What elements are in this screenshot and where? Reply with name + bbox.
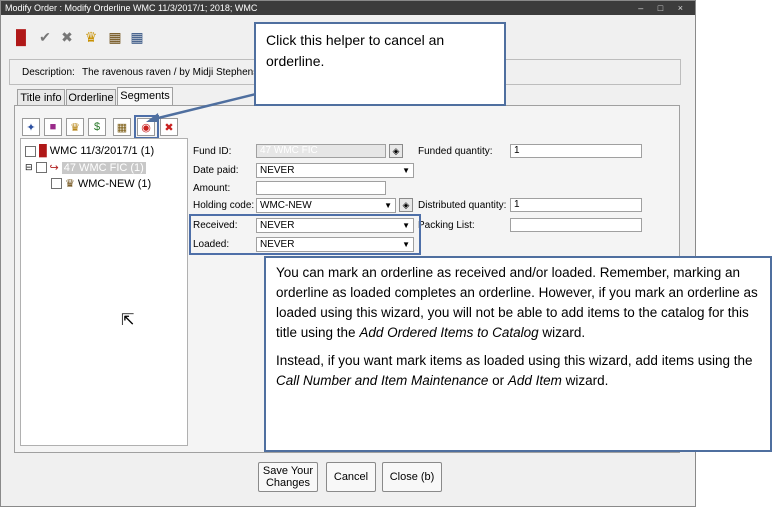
cancel-helper-callout: Click this helper to cancel an orderline… [254,22,506,106]
clipboard-icon[interactable]: ▦ [105,27,125,47]
distributed-quantity-label: Distributed quantity: [418,200,507,211]
wizard-icon[interactable]: ♛ [81,27,101,47]
cancel-button[interactable]: Cancel [326,462,376,492]
tree-fund-checkbox[interactable] [35,162,47,173]
callout-p2-text: Instead, if you want mark items as loade… [276,353,753,368]
fund-id-input[interactable]: 47 WMC FIC [256,144,386,158]
segment-tree: █ WMC 11/3/2017/1 (1) ⊟ ↪ 47 WMC FIC (1)… [20,138,188,446]
holding-code-value: WMC-NEW [260,200,312,211]
callout-paragraph-2: Instead, if you want mark items as loade… [276,351,760,391]
callout-p2-end: wizard. [561,373,609,388]
cancel-helper-callout-text: Click this helper to cancel an orderline… [266,32,445,69]
tree-item-fund[interactable]: ⊟ ↪ 47 WMC FIC (1) [25,161,146,174]
callout-p1-wizard-name: Add Ordered Items to Catalog [359,325,539,340]
tab-orderline[interactable]: Orderline [66,89,116,106]
packing-list-input[interactable] [510,218,642,232]
mouse-pointer-icon: ⇱ [121,312,135,329]
holding-code-label: Holding code: [193,200,255,211]
tree-holding-checkbox[interactable] [51,178,62,189]
callout-p2-wizard-1: Call Number and Item Maintenance [276,373,489,388]
received-loaded-callout: You can mark an orderline as received an… [264,256,772,452]
callout-p1-end: wizard. [538,325,586,340]
segment-money-icon[interactable]: $ [88,118,106,136]
callout-p2-or: or [488,373,508,388]
segment-wizard-icon[interactable]: ♛ [66,118,84,136]
window-titlebar: Modify Order : Modify Orderline WMC 11/3… [1,1,695,15]
book-icon[interactable]: █ [11,27,31,47]
holding-lookup-icon[interactable]: ◈ [399,198,413,212]
tree-holding-label: WMC-NEW (1) [77,177,152,190]
add-segment-icon[interactable]: ✦ [22,118,40,136]
callout-paragraph-1: You can mark an orderline as received an… [276,263,760,343]
funded-quantity-label: Funded quantity: [418,146,493,157]
fund-id-label: Fund ID: [193,146,232,157]
tree-root-checkbox[interactable] [25,145,36,157]
tree-root-label: WMC 11/3/2017/1 (1) [49,145,155,157]
checkmark-icon[interactable]: ✔ [35,27,55,47]
dropdown-arrow-icon: ▼ [402,166,410,175]
date-paid-select[interactable]: NEVER ▼ [256,163,414,178]
window-title: Modify Order : Modify Orderline WMC 11/3… [5,3,258,13]
date-paid-value: NEVER [260,165,295,176]
tree-item-holding[interactable]: ♛ WMC-NEW (1) [51,177,151,190]
tab-title-info[interactable]: Title info [17,89,65,106]
packing-list-label: Packing List: [418,220,475,231]
window-controls[interactable]: – □ × [638,1,689,15]
date-paid-label: Date paid: [193,165,239,176]
holding-code-select[interactable]: WMC-NEW ▼ [256,198,396,213]
description-value: The ravenous raven / by Midji Stephenso [82,67,264,78]
holding-icon: ♛ [65,178,75,190]
save-changes-button[interactable]: Save Your Changes [258,462,318,492]
fund-icon: ↪ [49,162,59,174]
callout-p2-wizard-2: Add Item [507,373,562,388]
callout-arrow [146,92,257,122]
x-icon[interactable]: ✖ [57,27,77,47]
distributed-quantity-input[interactable]: 1 [510,198,642,212]
tree-fund-label: 47 WMC FIC (1) [61,161,146,174]
amount-label: Amount: [193,183,231,194]
amount-input[interactable] [256,181,386,195]
received-loaded-highlight [189,214,421,255]
order-icon: █ [39,145,47,157]
collapse-icon[interactable]: ⊟ [25,162,33,173]
tree-item-root[interactable]: █ WMC 11/3/2017/1 (1) [25,145,154,157]
description-label: Description: [22,67,75,78]
calculator-icon[interactable]: ▦ [127,27,147,47]
segment-clipboard-icon[interactable]: ▦ [113,118,131,136]
fund-lookup-icon[interactable]: ◈ [389,144,403,158]
funded-quantity-input[interactable]: 1 [510,144,642,158]
close-button[interactable]: Close (b) [382,462,442,492]
segment-edit-icon[interactable]: ■ [44,118,62,136]
dropdown-arrow-icon: ▼ [384,201,392,210]
